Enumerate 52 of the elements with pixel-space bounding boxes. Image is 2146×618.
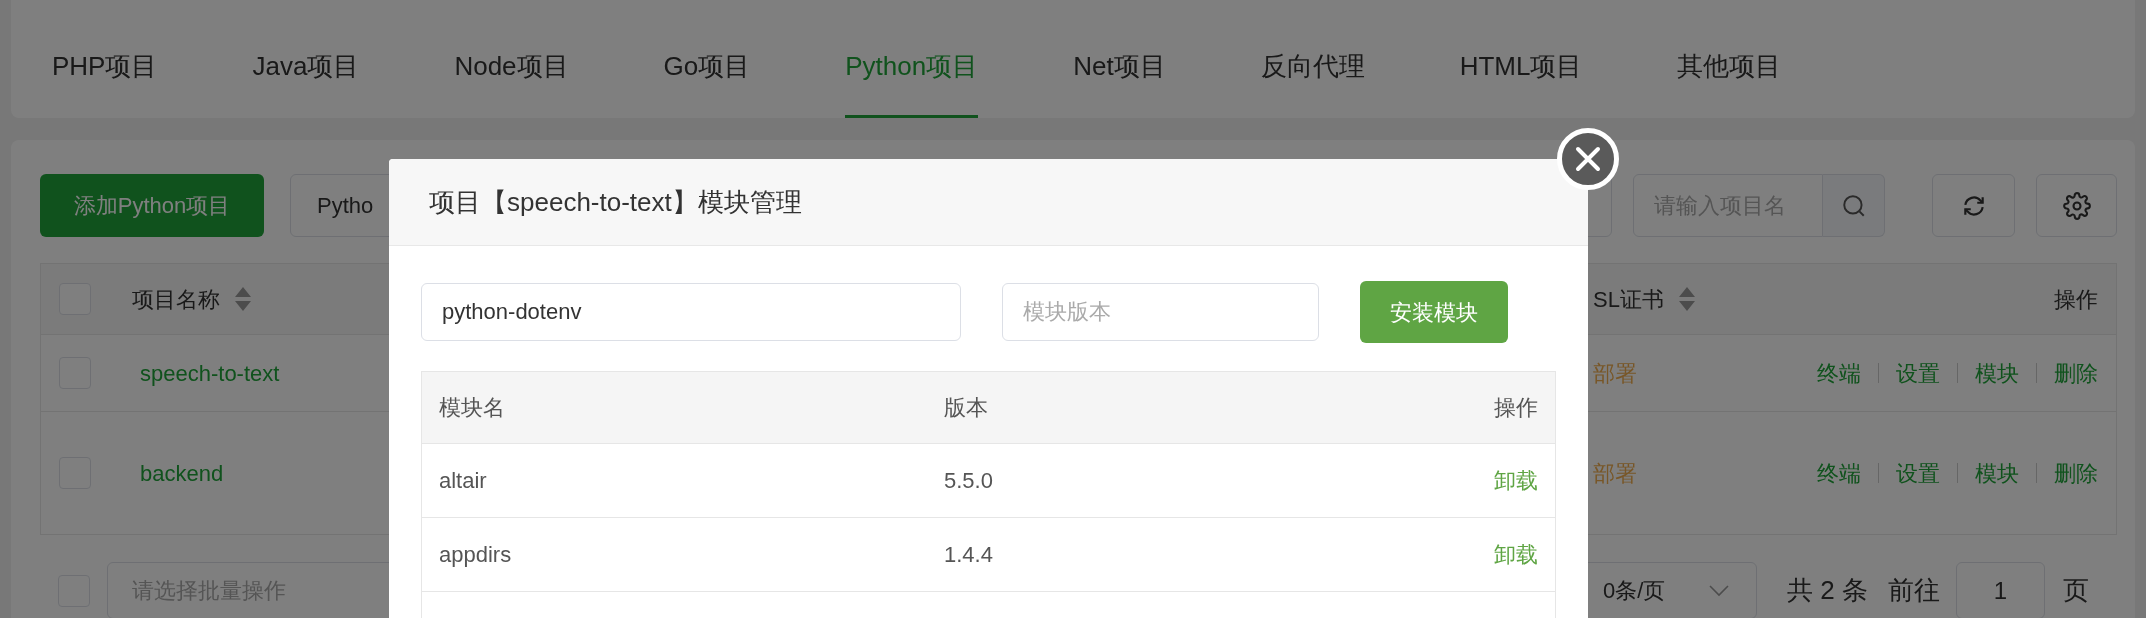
install-module-button[interactable]: 安装模块 bbox=[1360, 281, 1508, 343]
total-count: 共 2 条 bbox=[1787, 574, 1868, 607]
settings-icon bbox=[2062, 191, 2091, 220]
action-link[interactable]: 设置 bbox=[1896, 456, 1940, 490]
tab[interactable]: 反向代理 bbox=[1260, 18, 1365, 118]
column-header: SL证书 bbox=[1593, 285, 1664, 314]
goto-label: 前往 bbox=[1888, 574, 1940, 607]
tab[interactable]: HTML项目 bbox=[1459, 18, 1583, 118]
project-link[interactable]: speech-to-text bbox=[140, 360, 280, 386]
search-button[interactable] bbox=[1823, 174, 1885, 237]
action-link[interactable]: 终端 bbox=[1817, 456, 1861, 490]
module-version-field[interactable]: 模块版本 bbox=[1002, 283, 1319, 341]
column-header: 项目名称 bbox=[132, 285, 220, 314]
sort-icon[interactable] bbox=[1677, 286, 1696, 312]
page-input[interactable]: 1 bbox=[1956, 562, 2045, 618]
tab[interactable]: 其他项目 bbox=[1677, 18, 1782, 118]
tab[interactable]: PHP项目 bbox=[52, 18, 158, 118]
tab[interactable]: Node项目 bbox=[454, 18, 569, 118]
module-name-field[interactable]: python-dotenv bbox=[421, 283, 961, 341]
action-link[interactable]: 删除 bbox=[2054, 456, 2098, 490]
refresh-button[interactable] bbox=[1932, 174, 2015, 237]
action-link[interactable]: 模块 bbox=[1975, 456, 2019, 490]
sort-icon[interactable] bbox=[234, 286, 252, 312]
action-link[interactable]: 设置 bbox=[1896, 356, 1940, 390]
search-icon bbox=[1840, 192, 1867, 219]
chevron-down-icon bbox=[1708, 583, 1731, 598]
close-icon bbox=[1574, 145, 1602, 173]
column-header: 版本 bbox=[944, 394, 989, 422]
module-version: 1.4.4 bbox=[944, 541, 994, 569]
tab[interactable]: Go项目 bbox=[663, 18, 751, 118]
settings-button[interactable] bbox=[2036, 174, 2117, 237]
column-header: 模块名 bbox=[439, 394, 506, 422]
ssl-status: 部署 bbox=[1593, 359, 1638, 388]
module-name: appdirs bbox=[439, 541, 513, 569]
action-link[interactable]: 删除 bbox=[2054, 356, 2098, 390]
project-link[interactable]: backend bbox=[140, 460, 224, 486]
uninstall-link[interactable]: 卸载 bbox=[1494, 464, 1538, 497]
tab[interactable]: Java项目 bbox=[252, 18, 360, 118]
tab[interactable]: Net项目 bbox=[1073, 18, 1166, 118]
page-label: 页 bbox=[2063, 574, 2089, 607]
ssl-status: 部署 bbox=[1593, 459, 1638, 488]
select-value: Pytho bbox=[317, 192, 374, 220]
module-name: altair bbox=[439, 467, 488, 495]
column-header: 操作 bbox=[2054, 285, 2098, 314]
column-header: 操作 bbox=[1494, 394, 1538, 422]
action-link[interactable]: 模块 bbox=[1975, 356, 2019, 390]
add-project-button[interactable]: 添加Python项目 bbox=[40, 174, 264, 237]
tab[interactable]: Python项目 bbox=[845, 18, 979, 118]
select-value: 0条/页 bbox=[1603, 577, 1666, 605]
modal-title: 项目【speech-to-text】模块管理 bbox=[429, 185, 802, 219]
action-link[interactable]: 终端 bbox=[1817, 356, 1861, 390]
module-version: 5.5.0 bbox=[944, 467, 994, 495]
